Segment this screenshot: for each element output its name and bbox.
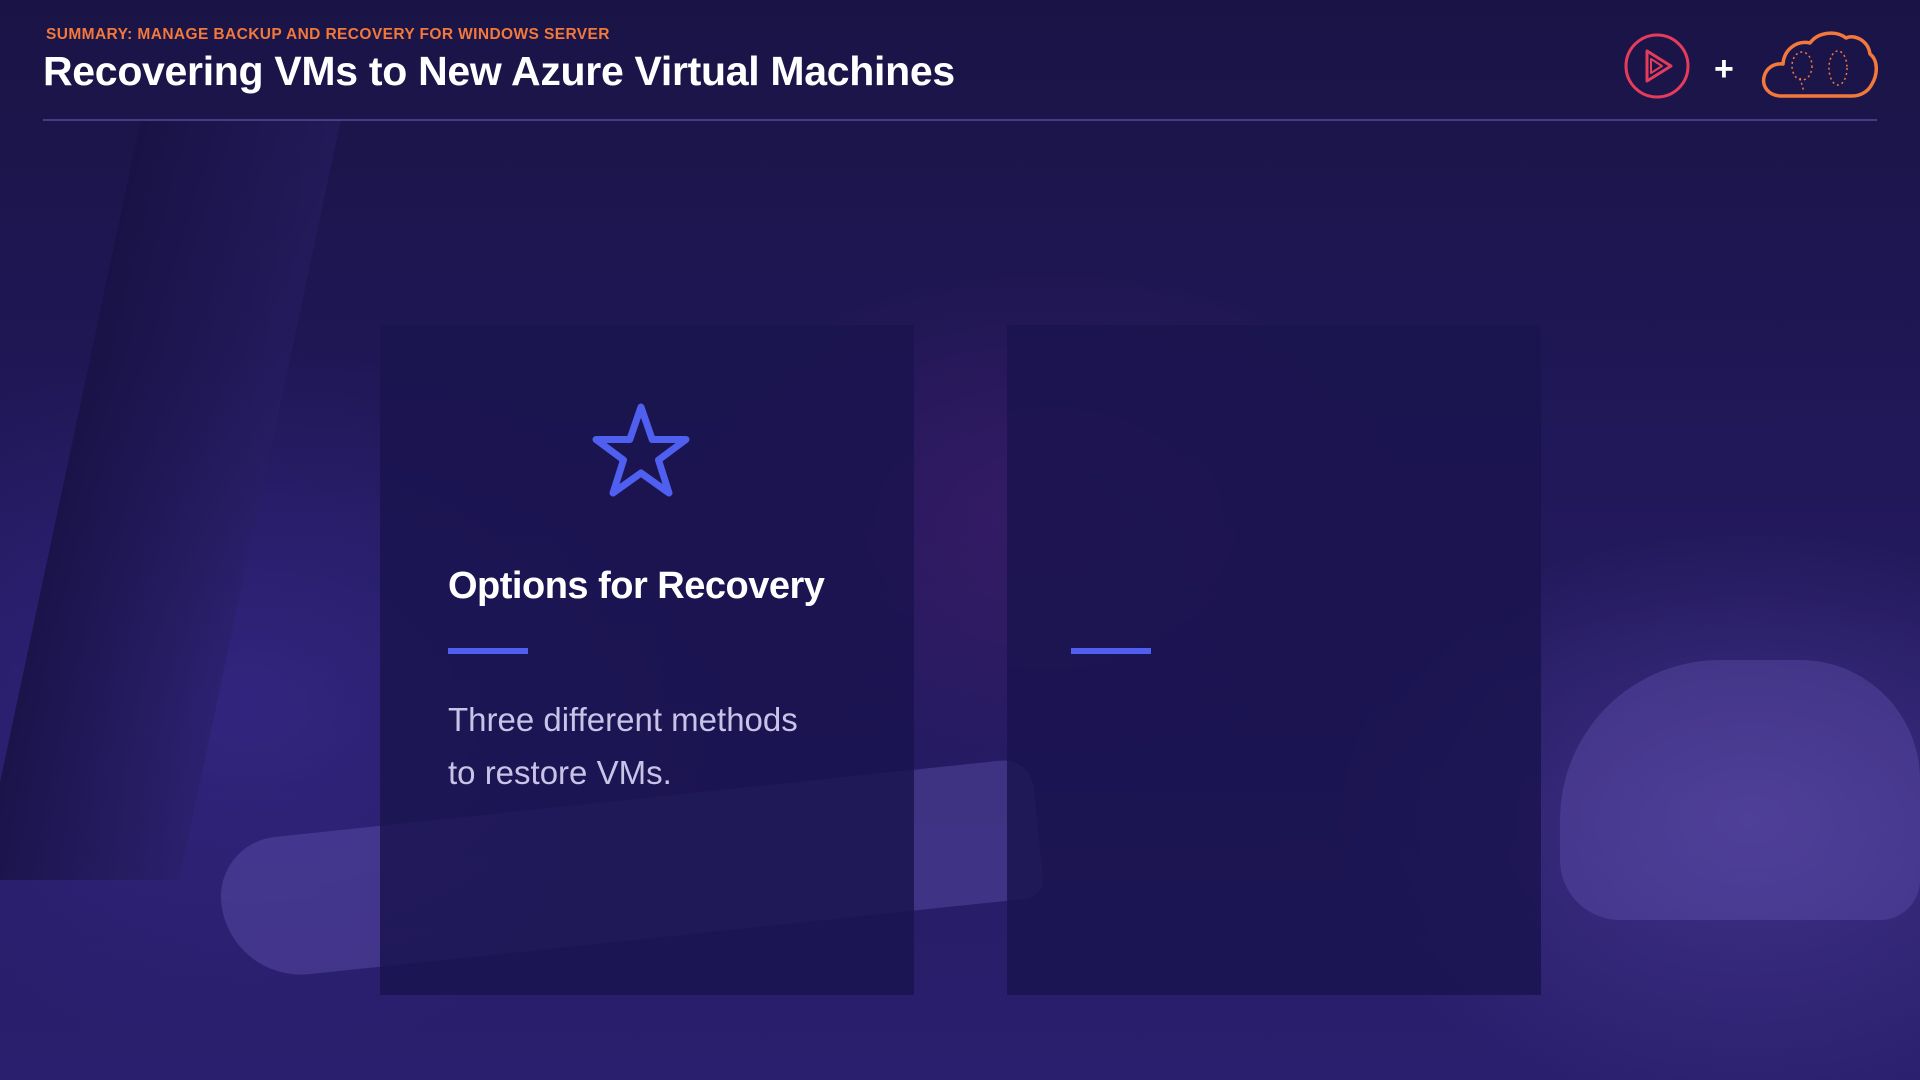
header-divider [43,119,1877,121]
star-icon [592,403,690,497]
card-body-line: Three different methods [448,701,798,738]
card-empty [1007,325,1541,995]
card-title: Options for Recovery [448,565,825,607]
section-subtitle: SUMMARY: MANAGE BACKUP AND RECOVERY FOR … [46,26,610,43]
cloud-logo-icon [1761,31,1878,98]
accent-bar [448,648,528,654]
page-title: Recovering VMs to New Azure Virtual Mach… [43,48,955,94]
card-body: Three different methods to restore VMs. [448,693,868,799]
accent-bar [1071,648,1151,654]
slide-canvas: SUMMARY: MANAGE BACKUP AND RECOVERY FOR … [0,0,1920,1080]
background-laptop-lid [0,120,341,880]
play-logo-icon [1624,33,1690,99]
plus-sign: + [1714,50,1734,88]
card-options-for-recovery: Options for Recovery Three different met… [380,325,914,995]
background-hand [1560,660,1920,920]
card-body-line: to restore VMs. [448,754,672,791]
